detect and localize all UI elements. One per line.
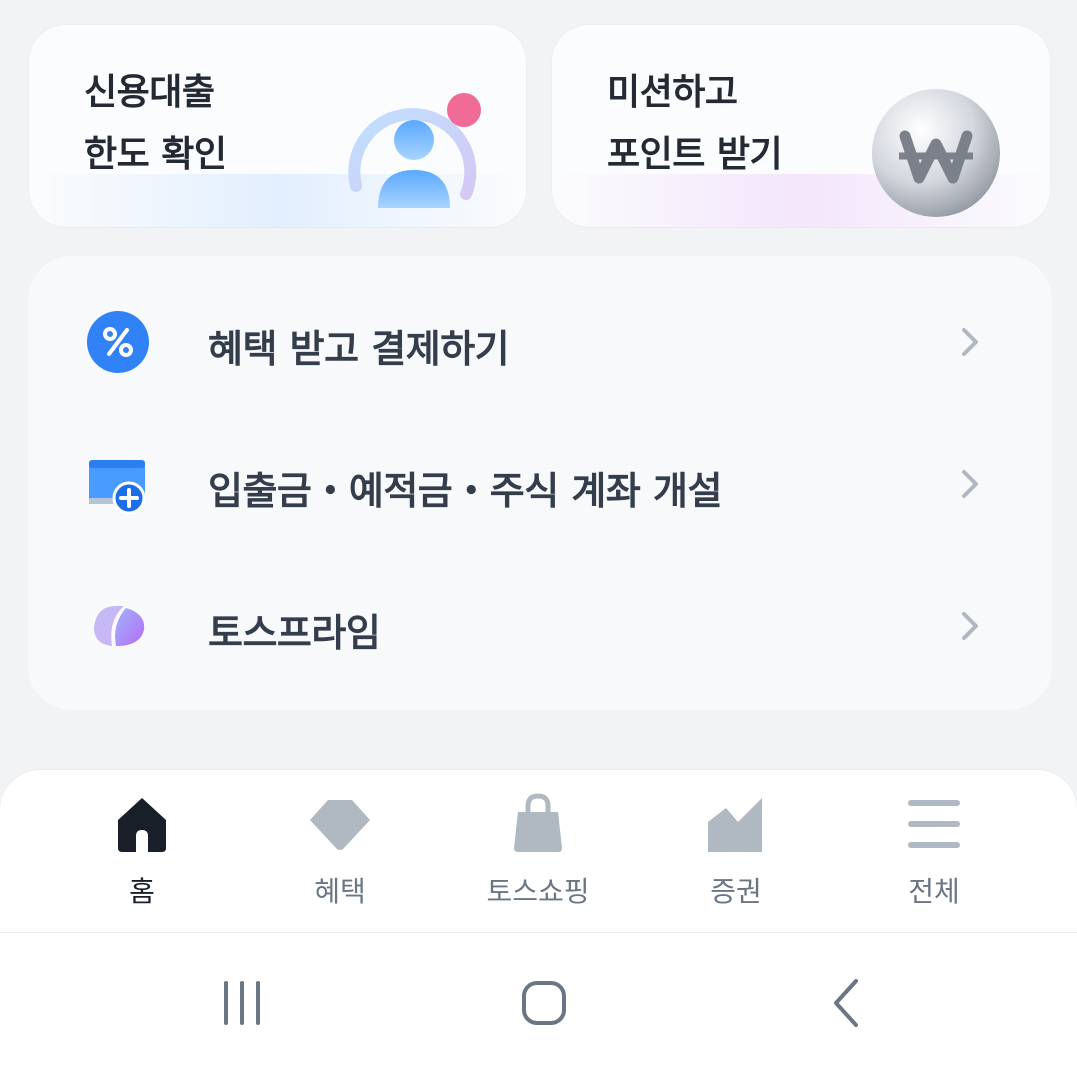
tab-all[interactable]: 전체 [864,792,1004,912]
tab-label: 전체 [908,875,960,908]
system-nav-bar [0,932,1077,1068]
bottom-tab-bar: 홈 혜택 토스쇼핑 증권 전체 [0,770,1077,932]
menu-item-open-account[interactable]: 입출금・예적금・주식 계좌 개설 [28,424,1052,544]
shopping-bag-icon [514,793,562,852]
chevron-right-icon [962,328,978,356]
home-button-icon[interactable] [514,973,574,1033]
promo-title: 신용대출 한도 확인 [84,62,227,186]
promo-line: 포인트 받기 [607,134,783,175]
tab-securities[interactable]: 증권 [666,792,806,912]
promo-card-credit-loan[interactable]: 신용대출 한도 확인 [28,24,527,228]
promo-line: 미션하고 [607,72,738,113]
menu-item-pay-with-benefits[interactable]: 혜택 받고 결제하기 [28,282,1052,402]
chevron-right-icon [962,470,978,498]
promo-card-mission-points[interactable]: 미션하고 포인트 받기 [551,24,1051,228]
tab-label: 혜택 [314,875,366,908]
stock-chart-icon [708,798,762,852]
promo-line: 신용대출 [84,72,215,113]
chevron-right-icon [962,612,978,640]
menu-icon [908,800,960,848]
menu-list: 혜택 받고 결제하기 입출금・예적금・주식 계좌 개설 토스프라임 [28,256,1052,710]
won-coin-icon [872,89,1000,217]
diamond-icon [310,800,370,850]
tab-benefits[interactable]: 혜택 [270,792,410,912]
recent-apps-icon[interactable] [212,973,272,1033]
toss-prime-icon [94,606,145,646]
menu-item-label: 혜택 받고 결제하기 [208,327,510,371]
menu-item-label: 토스프라임 [208,611,381,655]
promo-title: 미션하고 포인트 받기 [607,62,783,186]
promo-line: 한도 확인 [84,134,227,175]
menu-item-toss-prime[interactable]: 토스프라임 [28,566,1052,686]
tab-toss-shopping[interactable]: 토스쇼핑 [468,792,608,912]
credit-limit-user-icon [348,93,481,208]
tab-label: 홈 [129,875,155,908]
menu-item-label: 입출금・예적금・주식 계좌 개설 [208,469,722,513]
back-icon[interactable] [818,973,878,1033]
tab-label: 토스쇼핑 [486,875,590,908]
home-icon [118,798,166,852]
tab-home[interactable]: 홈 [72,792,212,912]
percent-icon [87,311,149,373]
account-open-icon [89,460,146,515]
tab-label: 증권 [710,875,762,908]
